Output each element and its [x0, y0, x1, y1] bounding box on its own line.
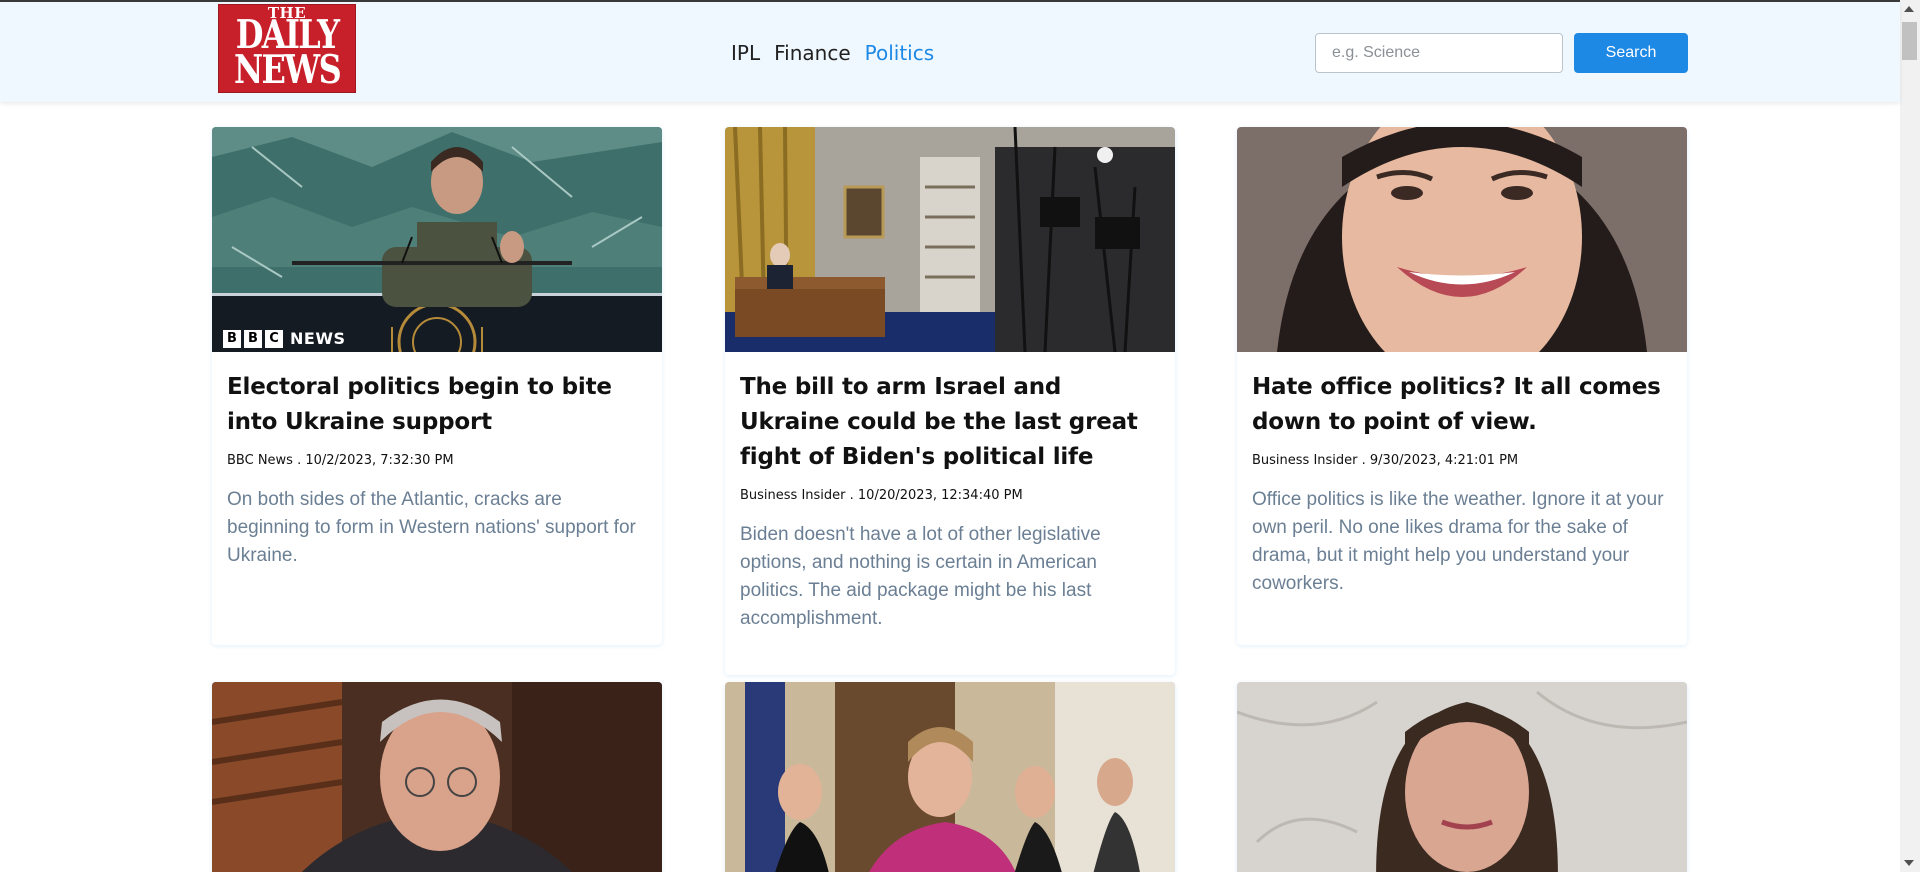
- article-card[interactable]: B B C NEWS Electoral politics begin to b…: [212, 127, 662, 645]
- article-image-graphic: [725, 682, 1175, 872]
- article-card[interactable]: The bill to arm Israel and Ukraine could…: [725, 127, 1175, 675]
- logo-line-news: NEWS: [233, 47, 342, 93]
- article-image[interactable]: [1237, 682, 1687, 872]
- bbc-box-letter: B: [244, 329, 262, 348]
- nav-item-finance[interactable]: Finance: [774, 38, 851, 68]
- scroll-up-arrow-icon[interactable]: [1904, 6, 1914, 12]
- scroll-down-arrow-icon[interactable]: [1904, 860, 1914, 866]
- bbc-news-watermark: B B C NEWS: [223, 329, 346, 348]
- article-description: On both sides of the Atlantic, cracks ar…: [227, 489, 636, 566]
- category-nav: IPL Finance Politics: [731, 38, 948, 68]
- article-card[interactable]: [212, 682, 662, 872]
- article-image[interactable]: [725, 682, 1175, 872]
- article-image-graphic: [212, 127, 662, 352]
- page-scrollbar[interactable]: [1900, 0, 1920, 872]
- article-image-graphic: [725, 127, 1175, 352]
- article-title[interactable]: Electoral politics begin to bite into Uk…: [227, 370, 647, 440]
- bbc-news-word: NEWS: [290, 329, 346, 348]
- article-image[interactable]: B B C NEWS: [212, 127, 662, 352]
- article-description: Office politics is like the weather. Ign…: [1252, 489, 1664, 594]
- search-button[interactable]: Search: [1574, 33, 1688, 73]
- article-meta: Business Insider . 10/20/2023, 12:34:40 …: [740, 488, 1023, 503]
- article-title[interactable]: Hate office politics? It all comes down …: [1252, 370, 1672, 440]
- article-image-graphic: [212, 682, 662, 872]
- article-description: Biden doesn't have a lot of other legisl…: [740, 524, 1101, 629]
- article-image-graphic: [1237, 127, 1687, 352]
- scrollbar-thumb[interactable]: [1902, 22, 1917, 60]
- article-title[interactable]: The bill to arm Israel and Ukraine could…: [740, 370, 1160, 475]
- bbc-box-letter: C: [265, 329, 283, 348]
- site-header: THE DAILY NEWS IPL Finance Politics Sear…: [0, 2, 1900, 102]
- article-card[interactable]: Hate office politics? It all comes down …: [1237, 127, 1687, 645]
- article-image[interactable]: [1237, 127, 1687, 352]
- article-card[interactable]: [1237, 682, 1687, 872]
- bbc-box-letter: B: [223, 329, 241, 348]
- article-image[interactable]: [212, 682, 662, 872]
- nav-item-politics[interactable]: Politics: [865, 38, 935, 68]
- daily-news-logo[interactable]: THE DAILY NEWS: [218, 4, 356, 93]
- article-meta: BBC News . 10/2/2023, 7:32:30 PM: [227, 453, 454, 468]
- article-card[interactable]: [725, 682, 1175, 872]
- article-image-graphic: [1237, 682, 1687, 872]
- article-image[interactable]: [725, 127, 1175, 352]
- nav-item-ipl[interactable]: IPL: [731, 38, 760, 68]
- search-input[interactable]: [1315, 33, 1563, 73]
- article-meta: Business Insider . 9/30/2023, 4:21:01 PM: [1252, 453, 1519, 468]
